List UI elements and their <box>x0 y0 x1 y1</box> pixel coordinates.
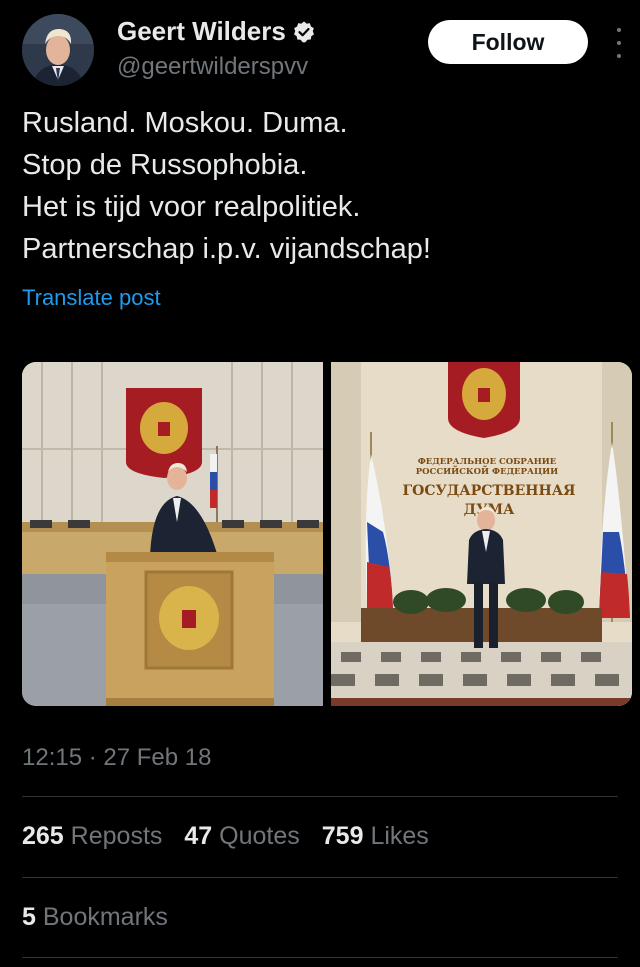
tweet-line: Rusland. Moskou. Duma. <box>22 107 348 139</box>
tweet-line: Partnerschap i.p.v. vijandschap! <box>22 233 431 265</box>
engagement-stats: 265 Reposts 47 Quotes 759 Likes <box>22 822 429 851</box>
bookmarks-count: 5 <box>22 903 36 931</box>
sign-line-1: ФЕДЕРАЛЬНОЕ СОБРАНИЕ <box>418 457 557 467</box>
likes-label: Likes <box>370 822 429 850</box>
avatar[interactable] <box>22 14 94 86</box>
quotes-count: 47 <box>184 822 213 850</box>
divider <box>22 957 618 958</box>
user-handle[interactable]: @geertwilderspvv <box>117 53 316 81</box>
reposts-label: Reposts <box>70 822 163 850</box>
divider <box>22 796 618 797</box>
bookmarks-label: Bookmarks <box>42 903 168 931</box>
tweet-line: Het is tijd voor realpolitiek. <box>22 191 361 223</box>
follow-button[interactable]: Follow <box>428 20 588 64</box>
tweet-header: Geert Wilders @geertwilderspvv Follow <box>22 14 626 86</box>
tweet-line: Stop de Russophobia. <box>22 149 308 181</box>
tweet-text: Rusland. Moskou. Duma. Stop de Russophob… <box>22 102 622 270</box>
likes-count: 759 <box>321 822 364 850</box>
more-options-icon[interactable] <box>612 28 626 58</box>
quotes-label: Quotes <box>219 822 300 850</box>
likes-stat[interactable]: 759 Likes <box>322 822 429 851</box>
reposts-count: 265 <box>22 822 64 850</box>
photo-duma-podium[interactable] <box>22 362 323 706</box>
bookmarks-stat[interactable]: 5 Bookmarks <box>22 903 168 932</box>
divider <box>22 877 618 878</box>
display-name[interactable]: Geert Wilders <box>117 16 286 47</box>
photo-duma-hall[interactable]: ФЕДЕРАЛЬНОЕ СОБРАНИЕ РОССИЙСКОЙ ФЕДЕРАЦИ… <box>331 362 632 706</box>
verified-badge-icon <box>292 20 316 44</box>
translate-post-link[interactable]: Translate post <box>22 285 161 311</box>
sign-line-3: ГОСУДАРСТВЕННАЯ <box>402 483 575 499</box>
tweet-timestamp[interactable]: 12:15 · 27 Feb 18 <box>22 744 211 772</box>
display-name-row[interactable]: Geert Wilders <box>117 16 316 47</box>
quotes-stat[interactable]: 47 Quotes <box>184 822 299 851</box>
reposts-stat[interactable]: 265 Reposts <box>22 822 162 851</box>
media-grid: ФЕДЕРАЛЬНОЕ СОБРАНИЕ РОССИЙСКОЙ ФЕДЕРАЦИ… <box>22 362 632 706</box>
